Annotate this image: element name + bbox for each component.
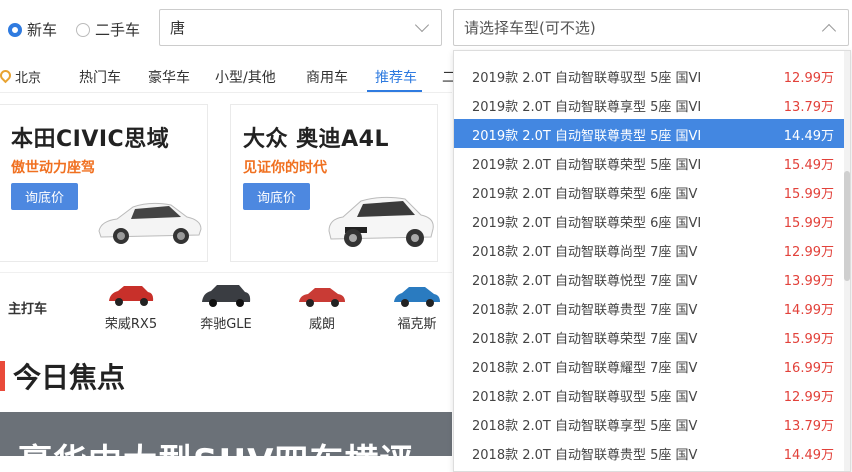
main-car-item[interactable]: 荣威RX5 [98,283,164,332]
tab-recommended[interactable]: 推荐车 [375,67,417,87]
model-dropdown-list: 2019款 2.0T 自动智联尊驭型 5座 国VI 12.99万 2019款 2.… [453,50,851,472]
focus-banner[interactable]: 豪华中大型SUV四车横评 [0,412,452,456]
card-car-name: 本田CIVIC思域 [11,127,170,152]
model-option[interactable]: 2018款 2.0T 自动智联尊贵型 7座 国V 14.99万 [454,293,844,322]
main-car-name: 福克斯 [397,317,437,332]
main-car-item[interactable]: 奔驰GLE [193,283,259,332]
brand-select[interactable]: 唐 [159,9,442,46]
active-tab-indicator [367,90,422,92]
red-sedan-thumbnail [299,288,345,307]
radio-label: 二手车 [95,21,141,39]
model-option[interactable]: 2019款 2.0T 自动智联尊享型 5座 国VI 13.79万 [454,90,844,119]
main-car-item[interactable]: 福克斯 [384,283,450,332]
card-slogan: 傲世动力座驾 [11,160,95,176]
red-suv-thumbnail [109,286,154,306]
black-suv-thumbnail [202,285,251,307]
brand-select-value: 唐 [170,19,186,37]
dropdown-scrollbar-thumb[interactable] [844,171,850,281]
radio-new-car[interactable]: 新车 [8,19,57,40]
main-cars-row: 主打车 荣威RX5 奔驰GLE 威朗 福克斯 [0,272,452,333]
chevron-down-icon [414,17,430,33]
radio-dot-icon [76,22,90,37]
main-car-name: 奔驰GLE [200,317,252,332]
location-selector[interactable]: 北京 [0,67,41,86]
white-sedan-image [98,202,202,244]
tab-small-other[interactable]: 小型/其他 [215,67,276,87]
tab-luxury[interactable]: 豪华车 [148,67,190,87]
promo-card-audi[interactable]: 大众 奥迪A4L 见证你的时代 询底价 [230,104,438,262]
section-title: 今日焦点 [13,361,126,394]
radio-label: 新车 [27,21,58,39]
model-option[interactable]: 2018款 2.0T 自动智联尊贵型 5座 国V 14.49万 [454,438,844,467]
model-option[interactable]: 2019款 2.0T 自动智联尊荣型 6座 国V 15.99万 [454,177,844,206]
model-select[interactable]: 请选择车型(可不选) [453,9,849,46]
main-cars-label: 主打车 [8,302,48,317]
main-car-name: 威朗 [308,317,335,332]
model-option[interactable]: 2018款 2.0T 自动智联尊耀型 7座 国V 16.99万 [454,351,844,380]
white-sedan-image [328,196,434,247]
category-nav: 北京 热门车 豪华车 小型/其他 商用车 推荐车 二 [0,60,456,93]
section-marker [0,361,5,391]
model-option[interactable]: 2018款 2.0T 自动智联尊悦型 7座 国V 13.99万 [454,264,844,293]
tab-commercial[interactable]: 商用车 [306,67,348,87]
promo-card-civic[interactable]: 本田CIVIC思域 傲世动力座驾 询底价 [0,104,208,262]
location-pin-icon [0,67,14,84]
model-option[interactable]: 2019款 2.0T 自动智联尊荣型 5座 国VI 15.49万 [454,148,844,177]
card-car-name: 大众 奥迪A4L [243,127,390,152]
blue-hatchback-thumbnail [394,287,440,307]
radio-dot-icon [8,22,22,37]
model-option[interactable]: 2019款 2.0T 自动智联尊驭型 5座 国VI 12.99万 [454,61,844,90]
inquire-price-button[interactable]: 询底价 [243,183,310,210]
radio-used-car[interactable]: 二手车 [76,19,140,40]
main-car-name: 荣威RX5 [104,317,158,332]
model-select-placeholder: 请选择车型(可不选) [464,19,596,37]
model-option[interactable]: 2018款 2.0T 自动智联尊尚型 7座 国V 12.99万 [454,235,844,264]
chevron-up-icon [821,23,837,39]
model-option[interactable]: 2018款 2.0T 自动智联尊享型 5座 国V 13.79万 [454,409,844,438]
location-label: 北京 [15,71,42,86]
inquire-price-button[interactable]: 询底价 [11,183,78,210]
model-option[interactable]: 2018款 2.0T 自动智联尊荣型 7座 国V 15.99万 [454,322,844,351]
banner-headline: 豪华中大型SUV四车横评 [18,434,414,456]
tab-hot[interactable]: 热门车 [79,67,121,87]
main-car-item[interactable]: 威朗 [289,283,355,332]
card-slogan: 见证你的时代 [243,160,327,176]
model-option[interactable]: 2018款 2.0T 自动智联尊驭型 5座 国V 12.99万 [454,380,844,409]
model-option-selected[interactable]: 2019款 2.0T 自动智联尊贵型 5座 国VI 14.49万 [454,119,844,148]
model-option[interactable]: 2019款 2.0T 自动智联尊荣型 6座 国VI 15.99万 [454,206,844,235]
